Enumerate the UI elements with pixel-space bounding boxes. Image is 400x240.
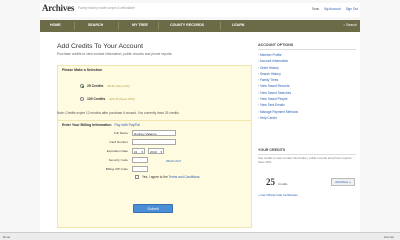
nav-home[interactable]: HOME	[50, 23, 61, 27]
status-zone: Internet	[383, 235, 394, 239]
option-label: 100 Credits	[86, 97, 106, 101]
browser-window: Archives Family history made simple & af…	[0, 0, 400, 240]
whats-this-link[interactable]: What's this?	[166, 159, 181, 163]
terms-link[interactable]: Terms and Conditions.	[169, 175, 201, 179]
option-price: $9.95 (Save 0%)	[107, 84, 130, 88]
nav-search-label: Search	[346, 23, 357, 27]
sign-out-link[interactable]: Sign Out	[346, 7, 358, 11]
nav-learn[interactable]: LEARN	[232, 23, 244, 27]
vital-certificates-link[interactable]: » Get Official Vital Certificates	[258, 193, 298, 197]
my-account-link[interactable]: My Account	[324, 7, 340, 11]
main-content: Add Credits To Your Account Purchase cre…	[40, 32, 360, 232]
option-order-history[interactable]: Order History	[258, 66, 356, 70]
option-25-credits[interactable]: 25 Credits $9.95 (Save 0%)	[80, 84, 130, 89]
exp-month-select[interactable]: 01 ▾	[132, 148, 145, 154]
nav-divider	[74, 22, 75, 30]
option-100-credits[interactable]: 100 Credits $29.95 (Save 25%)	[80, 97, 135, 102]
your-credits-heading: YOUR CREDITS	[258, 148, 356, 155]
nav-my-tree[interactable]: MY TREE	[132, 23, 148, 27]
account-links: Sean My Account Sign Out	[308, 7, 358, 11]
main-nav: HOME SEARCH MY TREE COUNTY RECORDS LEARN…	[40, 20, 360, 32]
nav-county-records[interactable]: COUNTY RECORDS	[170, 23, 204, 27]
credits-description: Use credits to view contact information,…	[258, 156, 353, 164]
radio-100-credits[interactable]	[80, 97, 84, 102]
your-credits-panel: YOUR CREDITS Use credits to view contact…	[258, 148, 356, 187]
security-code-label: Security Code	[108, 158, 128, 162]
card-number-field[interactable]	[132, 139, 176, 145]
nav-divider	[158, 22, 159, 30]
site-tagline: Family history made simple & affordable	[78, 6, 135, 10]
nav-divider	[118, 22, 119, 30]
chevron-down-icon: ▾	[141, 149, 143, 154]
option-help-center[interactable]: Help Center	[258, 116, 356, 120]
billing-heading-label: Enter Your Billing Information	[62, 123, 112, 127]
credits-count-label: Credits	[278, 182, 288, 186]
option-payment-methods[interactable]: Manage Payment Methods	[258, 110, 356, 114]
zip-code-label: Billing ZIP Code	[105, 167, 128, 171]
exp-year-select[interactable]: 2010 ▾	[148, 148, 164, 154]
billing-heading: Enter Your Billing Information Pay with …	[58, 121, 251, 129]
purchase-header: Add Credits To Your Account Purchase cre…	[57, 43, 252, 56]
option-sent-emails[interactable]: View Sent Emails	[258, 103, 356, 107]
add-more-button[interactable]: Add More »	[331, 178, 355, 186]
vital-certificates-label: Get Official Vital Certificates	[260, 193, 298, 197]
account-options-panel: ACCOUNT OPTIONS Member Profile Account I…	[258, 43, 356, 122]
search-icon: ⌕	[343, 23, 346, 27]
submit-button[interactable]: Submit	[133, 204, 173, 213]
account-options-list: Member Profile Account Information Order…	[258, 53, 356, 120]
option-account-information[interactable]: Account Information	[258, 59, 356, 63]
credits-note: Note: Credits expire 12 months after pur…	[57, 111, 180, 115]
exp-month-value: 01	[134, 149, 138, 154]
nav-divider	[220, 22, 221, 30]
expiration-label: Expiration Date	[106, 149, 128, 153]
terms-prefix: Yes, I agree to the	[142, 175, 168, 179]
option-family-trees[interactable]: Family Trees	[258, 78, 356, 82]
security-code-field[interactable]	[132, 157, 148, 163]
full-name-field[interactable]: Rodney Valance	[132, 130, 176, 136]
option-search-history[interactable]: Search History	[258, 72, 356, 76]
nav-search-box[interactable]: ⌕ Search	[343, 23, 357, 27]
option-saved-people[interactable]: View Saved People	[258, 97, 356, 101]
paypal-link[interactable]: Pay with PayPal	[114, 123, 139, 127]
terms-text: Yes, I agree to the Terms and Conditions…	[142, 175, 200, 179]
selection-heading: Please Make a Selection	[62, 68, 103, 72]
status-text: Done	[3, 235, 11, 239]
option-saved-records[interactable]: View Saved Records	[258, 84, 356, 88]
account-options-heading: ACCOUNT OPTIONS	[258, 43, 356, 50]
site-logo[interactable]: Archives	[42, 3, 74, 13]
option-member-profile[interactable]: Member Profile	[258, 53, 356, 57]
page-subtitle: Purchase credits to view contact informa…	[57, 52, 173, 56]
full-name-label: Full Name	[113, 131, 128, 135]
terms-checkbox[interactable]	[135, 175, 139, 179]
option-saved-searches[interactable]: View Saved Searches	[258, 91, 356, 95]
exp-year-value: 2010	[150, 149, 157, 154]
card-number-label: Card Number	[109, 140, 128, 144]
option-label: 25 Credits	[86, 84, 104, 88]
welcome-user: Sean	[311, 7, 320, 11]
nav-search[interactable]: SEARCH	[88, 23, 103, 27]
site-header: Archives Family history made simple & af…	[40, 3, 360, 17]
zip-code-field[interactable]	[132, 166, 148, 172]
radio-25-credits[interactable]	[80, 84, 84, 89]
option-price: $29.95 (Save 25%)	[109, 97, 135, 101]
credits-count: 25	[266, 177, 275, 187]
browser-status-bar: Done Internet	[0, 232, 400, 240]
chevron-down-icon: ▾	[160, 149, 162, 154]
page-title: Add Credits To Your Account	[57, 43, 144, 50]
